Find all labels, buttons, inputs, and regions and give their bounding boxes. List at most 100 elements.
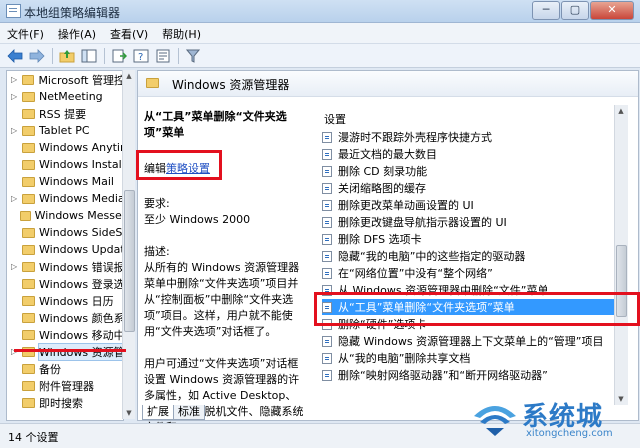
folder-icon (22, 176, 35, 187)
expand-arrow-icon[interactable]: ▷ (11, 75, 18, 84)
folder-icon (22, 261, 35, 272)
folder-icon (22, 329, 35, 340)
tree-item[interactable]: Windows Update (7, 241, 123, 258)
tree-item[interactable]: Windows Installer (7, 156, 123, 173)
tree-scrollbar[interactable]: ▲ ▼ (122, 70, 135, 419)
scroll-down-icon[interactable]: ▼ (123, 407, 135, 419)
tree-item[interactable]: Windows 登录选项 (7, 275, 123, 292)
arrow-left-icon[interactable] (6, 47, 24, 65)
details-header: Windows 资源管理器 (138, 71, 638, 97)
tree-item[interactable]: Windows SideShow (7, 224, 123, 241)
folder-icon (22, 244, 35, 255)
policy-setting-icon (322, 233, 332, 245)
expand-arrow-icon[interactable]: ▷ (11, 194, 18, 203)
status-text: 14 个设置 (8, 431, 59, 444)
scroll-up-icon[interactable]: ▲ (123, 70, 135, 82)
requirements-label: 要求: (144, 197, 170, 210)
tree-item[interactable]: ▷ Tablet PC (7, 122, 123, 139)
policy-setting-icon (322, 165, 332, 177)
list-item[interactable]: 在“网络位置”中没有“整个网络” (322, 265, 622, 281)
annotation-box-selected (314, 292, 640, 326)
folder-icon (22, 159, 35, 170)
folder-icon (20, 210, 31, 221)
tree-item[interactable]: Windows 移动中心 (7, 326, 123, 343)
policy-setting-icon (322, 369, 332, 381)
minimize-button[interactable]: ─ (532, 1, 560, 20)
folder-icon (22, 312, 35, 323)
list-item[interactable]: 删除 DFS 选项卡 (322, 231, 622, 247)
arrow-right-icon[interactable] (28, 47, 46, 65)
menu-file[interactable]: 文件(F) (0, 23, 51, 43)
settings-scrollbar[interactable]: ▲ ▼ (614, 105, 628, 405)
folder-icon (22, 108, 35, 119)
export-icon[interactable] (110, 47, 128, 65)
properties-icon[interactable] (154, 47, 172, 65)
list-item[interactable]: 删除 CD 刻录功能 (322, 163, 622, 179)
tree-item[interactable]: Windows 日历 (7, 292, 123, 309)
tree-scroll-thumb[interactable] (124, 190, 135, 332)
tab-extended[interactable]: 扩展 (142, 405, 174, 420)
folder-icon (22, 363, 35, 374)
scroll-up-icon[interactable]: ▲ (615, 105, 627, 117)
folder-icon (21, 74, 35, 85)
scroll-down-icon[interactable]: ▼ (615, 393, 627, 405)
expand-arrow-icon[interactable]: ▷ (11, 126, 18, 135)
details-title: Windows 资源管理器 (172, 78, 290, 92)
list-item[interactable]: 删除更改键盘导航指示器设置的 UI (322, 214, 622, 230)
watermark-logo-icon (474, 406, 516, 436)
tree-item[interactable]: Windows Anytime (7, 139, 123, 156)
folder-icon (22, 91, 35, 102)
maximize-button[interactable]: ▢ (561, 1, 589, 20)
svg-text:?: ? (138, 52, 143, 63)
tree-item[interactable]: Windows Mail (7, 173, 123, 190)
console-tree[interactable]: ▷Microsoft 管理控制台 ▷NetMeeting RSS 提要 ▷Tab… (6, 70, 124, 421)
filter-icon[interactable] (184, 47, 202, 65)
list-item[interactable]: 最近文档的最大数目 (322, 146, 622, 162)
tree-item[interactable]: ▷ NetMeeting (7, 88, 123, 105)
list-item[interactable]: 关闭缩略图的缓存 (322, 180, 622, 196)
expand-arrow-icon[interactable]: ▷ (11, 92, 18, 101)
policy-editor-icon (6, 4, 21, 18)
list-item[interactable]: 漫游时不跟踪外壳程序快捷方式 (322, 129, 622, 145)
list-item[interactable]: 从“我的电脑”删除共享文档 (322, 350, 622, 366)
annotation-underline (14, 349, 126, 352)
annotation-box-edit (136, 150, 222, 180)
tree-item[interactable]: ▷ Windows Media (7, 190, 123, 207)
folder-icon (146, 78, 159, 88)
toolbar-separator (104, 47, 105, 64)
folder-up-icon[interactable] (58, 47, 76, 65)
tree-item[interactable]: ▷Microsoft 管理控制台 (7, 71, 123, 88)
title-bar: 本地组策略编辑器 ─ ▢ ✕ (0, 0, 640, 23)
tree-item[interactable]: RSS 提要 (7, 105, 123, 122)
list-item[interactable]: 删除“映射网络驱动器”和“断开网络驱动器” (322, 367, 622, 383)
settings-column-header[interactable]: 设置 (324, 111, 346, 127)
tree-item[interactable]: Windows Messenger (7, 207, 123, 224)
tree-item[interactable]: 即时搜索 (7, 394, 123, 411)
menu-action[interactable]: 操作(A) (51, 23, 103, 43)
policy-setting-icon (322, 131, 332, 143)
policy-setting-icon (322, 352, 332, 364)
settings-list[interactable]: 设置 漫游时不跟踪外壳程序快捷方式 最近文档的最大数目 删除 CD 刻录功能 关… (314, 105, 634, 405)
policy-setting-icon (322, 199, 332, 211)
list-item[interactable]: 删除更改菜单动画设置的 UI (322, 197, 622, 213)
menu-view[interactable]: 查看(V) (103, 23, 155, 43)
policy-setting-icon (322, 250, 332, 262)
console-tree-icon[interactable] (80, 47, 98, 65)
tab-standard[interactable]: 标准 (173, 405, 205, 420)
description-text: 从所有的 Windows 资源管理器菜单中删除“文件夹选项”项目并从“控制面板”… (144, 261, 300, 338)
tree-item[interactable]: Windows 颜色系统 (7, 309, 123, 326)
tree-item[interactable]: ▷Windows 错误报告 (7, 258, 123, 275)
list-item[interactable]: 隐藏“我的电脑”中的这些指定的驱动器 (322, 248, 622, 264)
policy-setting-icon (322, 148, 332, 160)
help-icon[interactable]: ? (132, 47, 150, 65)
expand-arrow-icon[interactable]: ▷ (11, 262, 18, 271)
policy-setting-icon (322, 335, 332, 347)
folder-icon (22, 278, 35, 289)
tree-item[interactable]: 附件管理器 (7, 377, 123, 394)
menu-help[interactable]: 帮助(H) (155, 23, 208, 43)
tree-item[interactable]: 备份 (7, 360, 123, 377)
toolbar: ? (0, 44, 640, 68)
list-item[interactable]: 隐藏 Windows 资源管理器上下文菜单上的“管理”项目 (322, 333, 622, 349)
close-button[interactable]: ✕ (590, 1, 634, 20)
watermark-url: xitongcheng.com (526, 428, 613, 439)
